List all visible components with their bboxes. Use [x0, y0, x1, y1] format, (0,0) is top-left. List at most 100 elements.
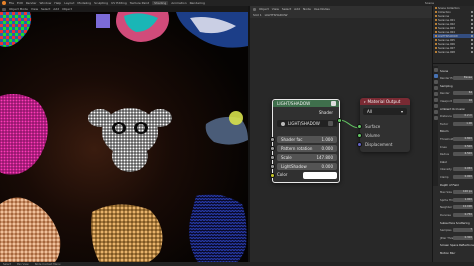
view-layer-tab-icon[interactable]: [433, 86, 438, 90]
tool-tab-icon[interactable]: [433, 68, 438, 72]
tab-shading[interactable]: Shading: [152, 1, 169, 5]
material-output-node[interactable]: ▾ Material Output All ▾ Surface Volume D…: [357, 98, 410, 152]
color-socket[interactable]: [270, 173, 275, 178]
color-swatch[interactable]: [303, 172, 337, 179]
group-node-header[interactable]: LIGHT/SHADOW: [273, 100, 339, 107]
scene-tab-icon[interactable]: [433, 92, 438, 96]
render-tab-icon[interactable]: [433, 74, 438, 78]
property-value-field[interactable]: 0.050: [453, 167, 473, 172]
shader-node-editor[interactable]: Object View Select Add Node Use Nodes Sl…: [250, 6, 432, 266]
property-value-field[interactable]: 0.500: [453, 144, 473, 149]
menu-help[interactable]: Help: [54, 1, 61, 5]
mesh-icon: [435, 39, 437, 41]
properties-tabs: [433, 66, 438, 186]
tab-texture-paint[interactable]: Texture Paint: [130, 1, 149, 5]
menu-file[interactable]: File: [9, 1, 14, 5]
tab-animation[interactable]: Animation: [171, 1, 186, 5]
tab-uv-editing[interactable]: UV Editing: [111, 1, 127, 5]
modifier-tab-icon[interactable]: [433, 110, 438, 114]
menu-render[interactable]: Render: [26, 1, 37, 5]
status-pan: Pan View: [17, 262, 29, 266]
lightshadow-socket[interactable]: [270, 164, 275, 169]
property-value-field[interactable]: 7: [453, 228, 473, 233]
eye-icon[interactable]: [471, 31, 473, 33]
property-value-field[interactable]: 1.00: [453, 121, 473, 126]
group-datablock-field[interactable]: LIGHT/SHADOW: [277, 120, 337, 127]
eye-icon[interactable]: [471, 47, 473, 49]
eye-icon[interactable]: [471, 15, 473, 17]
property-value-field[interactable]: 1.000: [453, 197, 473, 202]
eye-icon[interactable]: [471, 35, 473, 37]
property-value-field[interactable]: 0.750: [453, 212, 473, 217]
world-tab-icon[interactable]: [433, 98, 438, 102]
property-label: Sampling: [440, 83, 453, 88]
pattern-rotation-socket[interactable]: [270, 146, 275, 151]
eye-icon[interactable]: [471, 39, 473, 41]
scale-socket[interactable]: [270, 155, 275, 160]
property-value-field[interactable]: 6.500: [453, 152, 473, 157]
volume-input-socket[interactable]: [357, 133, 362, 138]
group-name: LIGHT/SHADOW: [288, 121, 320, 126]
group-node-lightshadow[interactable]: LIGHT/SHADOW Shader LIGHT/SHADOW Shader …: [270, 99, 342, 183]
scene-selector[interactable]: Scene: [425, 1, 434, 5]
eye-icon[interactable]: [471, 43, 473, 45]
chevron-down-icon[interactable]: ▾: [364, 100, 366, 104]
lightshadow-field[interactable]: LightShadow 0.000: [277, 163, 337, 170]
eye-icon[interactable]: [471, 11, 473, 13]
status-select: Select: [3, 262, 12, 266]
mesh-icon: [435, 27, 437, 29]
displacement-input-socket[interactable]: [357, 142, 362, 147]
property-value-field[interactable]: 16: [453, 98, 473, 103]
material-tab-icon[interactable]: [433, 116, 438, 120]
row-label: Suzanne: [438, 14, 450, 18]
property-value-field[interactable]: 10.000: [453, 205, 473, 210]
property-label: Threshold: [440, 136, 454, 141]
menu-edit[interactable]: Edit: [17, 1, 23, 5]
output-tab-icon[interactable]: [433, 80, 438, 84]
eye-icon[interactable]: [471, 19, 473, 21]
property-value-field[interactable]: Eevee: [453, 76, 473, 81]
property-label: Render: [440, 91, 450, 96]
field-value: 147.800: [316, 155, 333, 160]
scale-field[interactable]: Scale 147.800: [277, 154, 337, 161]
eye-icon[interactable]: [471, 27, 473, 29]
pattern-rotation-field[interactable]: Pattern rotation 0.000: [277, 145, 337, 152]
tab-sculpting[interactable]: Sculpting: [94, 1, 108, 5]
outliner-row[interactable]: Suzanne.008: [433, 50, 474, 54]
menu-window[interactable]: Window: [40, 1, 52, 5]
target-dropdown[interactable]: All ▾: [363, 108, 407, 115]
blender-logo-icon[interactable]: [2, 1, 6, 5]
property-label: Viewport: [440, 98, 452, 103]
volume-label: Volume: [365, 133, 380, 138]
unlink-icon[interactable]: [328, 121, 333, 126]
property-value-field[interactable]: 64: [453, 91, 473, 96]
property-value-field[interactable]: 100 px: [453, 190, 473, 195]
property-value-field[interactable]: 0.800: [453, 136, 473, 141]
row-label: Suzanne.003: [438, 26, 455, 30]
property-value-field[interactable]: 0.300: [453, 235, 473, 240]
tab-layout[interactable]: Layout: [64, 1, 74, 5]
property-value-field[interactable]: 0.2 m: [453, 114, 473, 119]
material-output-header[interactable]: ▾ Material Output: [360, 98, 410, 105]
eye-icon[interactable]: [471, 23, 473, 25]
row-label: Collection: [438, 10, 451, 14]
tab-rendering[interactable]: Rendering: [190, 1, 205, 5]
outliner[interactable]: Scene Collection Collection Suzanne Suza…: [433, 6, 474, 64]
tab-modeling[interactable]: Modeling: [77, 1, 91, 5]
node-tree-icon: [281, 121, 285, 126]
property-value-field[interactable]: 0.000: [453, 174, 473, 179]
3d-viewport[interactable]: Object Mode View Select Add Object: [0, 6, 248, 266]
object-tab-icon[interactable]: [433, 104, 438, 108]
eye-icon[interactable]: [471, 51, 473, 53]
group-node-icon[interactable]: [331, 101, 336, 106]
properties-editor[interactable]: Scene Collection Collection Suzanne Suza…: [432, 6, 474, 266]
mesh-icon: [435, 35, 437, 37]
shader-fac-socket[interactable]: [270, 137, 275, 142]
property-label: Intensity: [440, 167, 452, 172]
group-node-title: LIGHT/SHADOW: [277, 101, 311, 106]
mesh-icon: [435, 19, 437, 21]
surface-input-socket[interactable]: [357, 124, 362, 129]
shader-fac-field[interactable]: Shader fac 1.000: [277, 136, 337, 143]
shader-output-socket[interactable]: [337, 118, 342, 123]
property-label: Max Size: [440, 190, 452, 195]
